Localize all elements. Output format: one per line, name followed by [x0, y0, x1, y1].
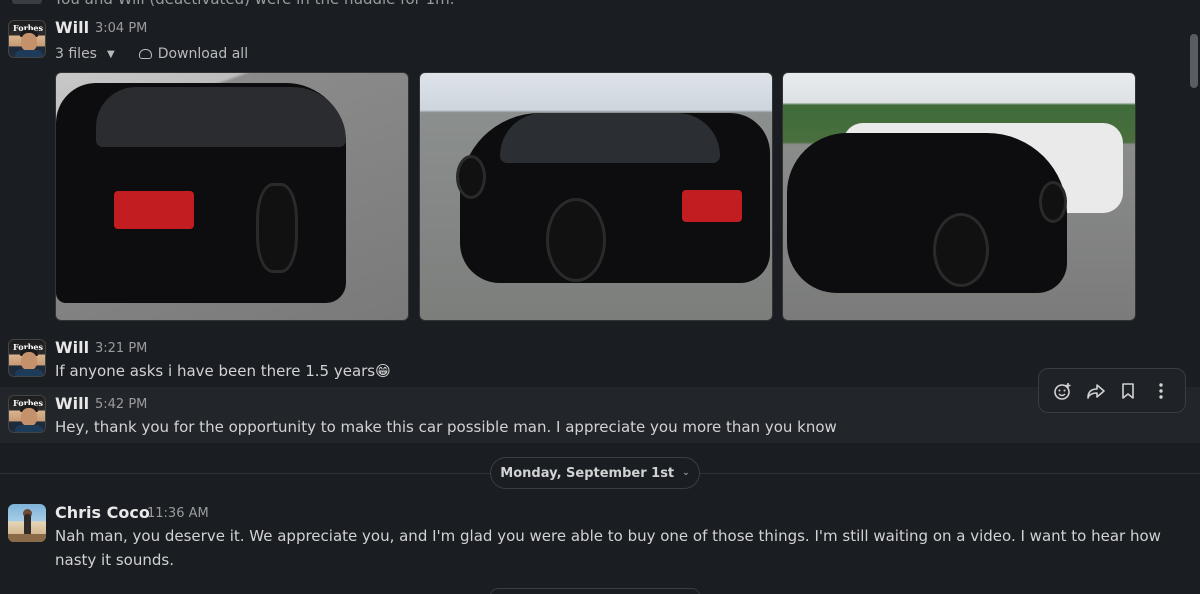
- image-attachment[interactable]: [55, 72, 409, 321]
- more-icon[interactable]: [1150, 380, 1172, 402]
- author-name[interactable]: Will: [55, 394, 89, 413]
- timestamp[interactable]: 3:04 PM: [95, 21, 147, 36]
- author-name[interactable]: Chris Coco: [55, 503, 150, 522]
- avatar[interactable]: Forbes: [8, 20, 46, 58]
- timestamp[interactable]: 3:21 PM: [95, 341, 147, 356]
- files-count[interactable]: 3 files: [55, 46, 97, 62]
- previous-message-fragment: You and Will (deactivated) were in the h…: [12, 0, 455, 8]
- bookmark-icon[interactable]: [1117, 380, 1139, 402]
- timestamp[interactable]: 5:42 PM: [95, 397, 147, 412]
- cloud-download-icon: [138, 49, 152, 59]
- date-divider[interactable]: Monday, September 1st ⌄: [490, 457, 700, 489]
- chevron-down-icon: ⌄: [682, 468, 690, 478]
- message-actions-toolbar: [1038, 368, 1186, 413]
- avatar[interactable]: Forbes: [8, 395, 46, 433]
- message-text: Nah man, you deserve it. We appreciate y…: [55, 527, 1161, 569]
- timestamp[interactable]: 11:36 AM: [147, 506, 209, 521]
- files-header: 3 files ▼ Download all: [55, 46, 248, 62]
- scrollbar-thumb[interactable]: [1190, 34, 1198, 88]
- author-name[interactable]: Will: [55, 338, 89, 357]
- message-text: Hey, thank you for the opportunity to ma…: [55, 418, 837, 436]
- share-icon[interactable]: [1085, 380, 1107, 402]
- image-attachment[interactable]: [782, 72, 1136, 321]
- chevron-down-icon[interactable]: ▼: [107, 49, 115, 60]
- download-all-button[interactable]: Download all: [138, 46, 248, 62]
- image-attachment[interactable]: [419, 72, 773, 321]
- author-name[interactable]: Will: [55, 18, 89, 37]
- avatar[interactable]: [8, 504, 46, 542]
- date-divider[interactable]: [490, 588, 700, 594]
- message-text: If anyone asks i have been there 1.5 yea…: [55, 362, 391, 380]
- avatar[interactable]: Forbes: [8, 339, 46, 377]
- add-reaction-icon[interactable]: [1052, 380, 1074, 402]
- avatar-stub: [12, 0, 42, 4]
